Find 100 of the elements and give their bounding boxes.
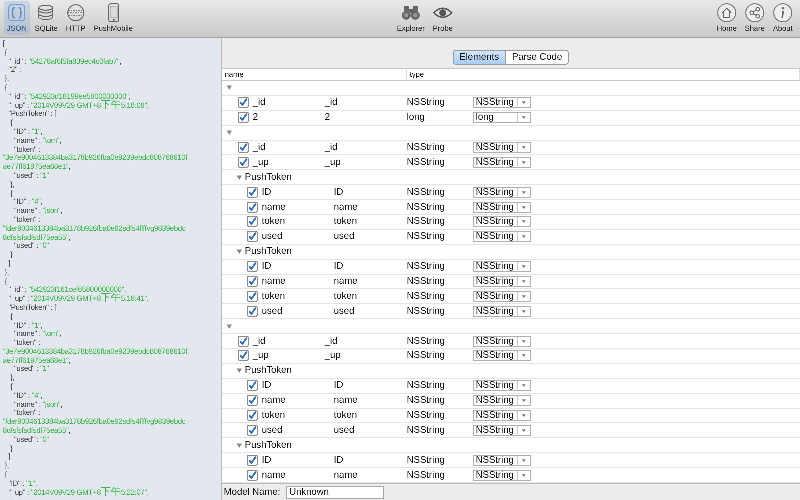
type-name: NSString [407,350,446,362]
database-icon [36,3,56,23]
field-name: name [262,276,287,288]
type-popup[interactable]: NSString [473,290,531,302]
property-name: _id [325,336,338,347]
property-name: 2 [325,112,330,124]
checkbox[interactable] [238,142,249,153]
field-name: used [262,424,284,436]
checkbox[interactable] [247,216,258,228]
checkbox[interactable] [247,395,258,406]
type-popup[interactable]: NSString [473,231,531,242]
group-label: PushToken [245,172,294,183]
segment-tab[interactable]: Parse Code [505,51,568,64]
type-popup[interactable]: NSString [473,336,531,347]
disclosure-triangle-icon[interactable] [236,442,243,449]
disclosure-triangle-icon[interactable] [236,174,243,181]
model-name-field[interactable]: Unknown [286,486,384,498]
property-name: ID [334,261,344,272]
property-name: _up [325,156,341,168]
checkbox[interactable] [247,290,258,302]
field-name: name [262,202,287,213]
property-name: name [334,395,358,406]
checkbox[interactable] [247,202,258,213]
type-popup[interactable]: NSString [473,261,531,272]
segment-tab[interactable]: Elements [454,51,506,64]
property-name: used [334,424,355,436]
checkbox[interactable] [238,156,249,168]
property-name: used [334,306,355,317]
disclosure-triangle-icon[interactable] [226,84,233,92]
property-name: ID [334,454,344,466]
type-name: NSString [407,186,446,198]
type-popup[interactable]: NSString [473,306,531,317]
type-popup[interactable]: NSString [473,454,531,466]
field-name: token [262,216,286,228]
type-name: NSString [407,142,446,153]
type-popup[interactable]: NSString [473,142,531,153]
model-name-label: Model Name: [224,486,280,498]
type-name: NSString [407,424,446,436]
type-popup[interactable]: NSString [473,410,531,422]
checkbox[interactable] [247,454,258,466]
type-popup[interactable]: NSString [473,216,531,228]
info-icon [773,3,794,23]
checkbox[interactable] [238,97,249,108]
type-popup[interactable]: NSString [473,276,531,288]
type-popup[interactable]: NSString [473,350,531,362]
type-name: NSString [407,470,446,481]
checkbox[interactable] [247,186,258,198]
type-popup[interactable]: NSString [473,470,531,481]
group-label: PushToken [245,440,294,451]
property-name: token [334,216,358,228]
type-popup[interactable]: NSString [473,380,531,392]
type-name: NSString [407,202,446,213]
checkbox[interactable] [247,410,258,422]
checkbox[interactable] [247,276,258,288]
checkbox[interactable] [247,261,258,272]
type-name: long [407,112,426,124]
disclosure-triangle-icon[interactable] [226,322,233,330]
property-name: _up [325,350,341,362]
field-name: name [262,470,287,481]
field-name: used [262,231,284,242]
type-popup[interactable]: NSString [473,186,531,198]
checkbox[interactable] [247,470,258,481]
property-name: _id [325,142,338,153]
type-name: NSString [407,276,446,288]
field-name: name [262,395,287,406]
property-name: _id [325,97,338,108]
disclosure-triangle-icon[interactable] [236,248,243,256]
type-name: NSString [407,97,446,108]
type-name: NSString [407,290,446,302]
type-name: NSString [407,410,446,422]
checkbox[interactable] [247,424,258,436]
checkbox[interactable] [247,306,258,317]
field-name: _id [253,97,267,108]
checkbox[interactable] [247,380,258,392]
type-name: NSString [407,306,446,317]
type-popup[interactable]: long [473,112,531,124]
type-name: NSString [407,395,446,406]
type-name: NSString [407,261,446,272]
field-name: ID [262,454,272,466]
field-name: _up [253,350,270,362]
type-popup[interactable]: NSString [473,97,531,108]
checkbox[interactable] [238,112,249,124]
disclosure-triangle-icon[interactable] [226,129,233,136]
home-icon [716,3,737,23]
type-popup[interactable]: NSString [473,395,531,406]
field-name: _id [253,336,267,347]
property-name: used [334,231,355,242]
field-name: _up [253,156,270,168]
checkbox[interactable] [238,350,249,362]
type-popup[interactable]: NSString [473,202,531,213]
checkbox[interactable] [247,231,258,242]
field-name: ID [262,261,272,272]
type-popup[interactable]: NSString [473,424,531,436]
checkbox[interactable] [238,336,249,347]
type-popup[interactable]: NSString [473,156,531,168]
braces-icon [7,3,27,23]
property-name: name [334,470,358,481]
share-icon [745,3,765,23]
disclosure-triangle-icon[interactable] [236,367,243,374]
property-name: ID [334,380,344,392]
